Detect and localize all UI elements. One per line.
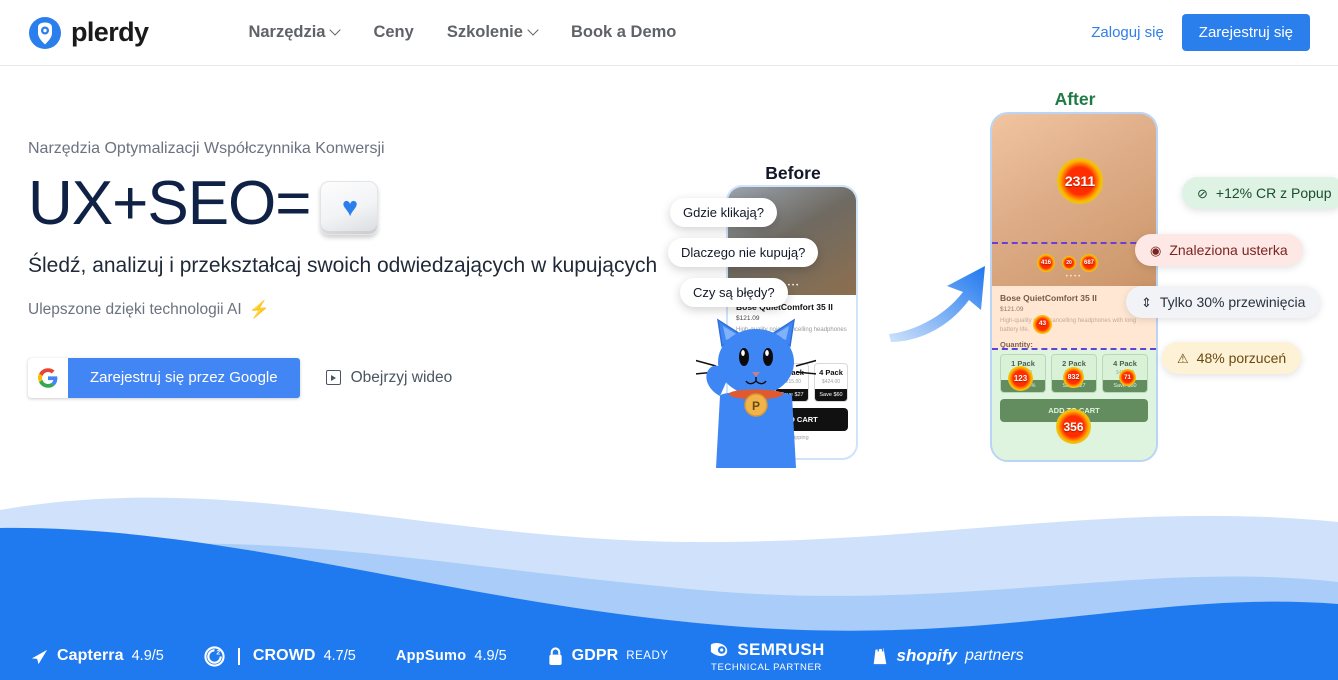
pack-option[interactable]: 4 Pack $424.00 Save $60 xyxy=(814,363,848,403)
warning-triangle-icon: ⚠ xyxy=(1177,350,1189,366)
heat-blob-hero: 2311 xyxy=(1057,158,1103,204)
product-description: High-quality noise cancelling headphones… xyxy=(1000,318,1137,333)
heat-blob-pack1: 123 xyxy=(1008,366,1033,391)
g2-icon: 2 xyxy=(204,645,225,667)
heat-blob-cart: 356 xyxy=(1056,409,1091,444)
status-badge-bug-found: ◉ Znaleziona usterka xyxy=(1135,234,1303,266)
partner-g2crowd: 2 CROWD 4.7/5 xyxy=(204,645,356,667)
check-circle-icon: ⊘ xyxy=(1197,185,1208,201)
question-tooltip-1: Gdzie klikają? xyxy=(670,198,777,227)
plerdy-cat-mascot-icon: P xyxy=(696,318,816,468)
lock-icon xyxy=(549,646,562,665)
svg-text:2: 2 xyxy=(216,649,220,656)
product-price: $121.09 xyxy=(1000,306,1024,313)
partner-shopify: shopify partners xyxy=(871,646,1024,666)
partner-score: 4.9/5 xyxy=(474,648,507,664)
heat-blob-mini-right: 687 xyxy=(1080,254,1098,272)
badge-label: Znaleziona usterka xyxy=(1169,242,1288,258)
partner-appsumo: AppSumo 4.9/5 xyxy=(396,648,507,664)
partner-name: Capterra xyxy=(57,647,124,664)
scroll-fold-line-1 xyxy=(992,242,1156,244)
divider xyxy=(237,647,240,665)
capterra-arrow-icon xyxy=(31,649,48,664)
partner-name: AppSumo xyxy=(395,648,467,664)
partner-score: 4.9/5 xyxy=(131,648,164,664)
badge-label: Tylko 30% przewinięcia xyxy=(1159,294,1306,310)
pack-price: $424.00 xyxy=(821,379,841,386)
status-badge-scroll-depth: ⇕ Tylko 30% przewinięcia xyxy=(1126,286,1321,318)
semrush-icon xyxy=(711,642,728,656)
curved-arrow-icon xyxy=(889,266,985,342)
heat-blob-pack2: 832 xyxy=(1063,367,1084,388)
partner-name: GDPR xyxy=(571,647,619,664)
partner-subtitle: partners xyxy=(964,647,1024,664)
partner-name: shopify xyxy=(896,646,957,665)
partner-capterra: Capterra 4.9/5 xyxy=(30,647,164,666)
badge-label: 48% porzuceń xyxy=(1196,350,1287,366)
question-tooltip-2: Dlaczego nie kupują? xyxy=(668,238,819,267)
after-label: After xyxy=(1054,89,1096,109)
badge-label: +12% CR z Popup xyxy=(1215,185,1332,201)
pack-name: 4 Pack xyxy=(1113,359,1137,369)
partner-gdpr: GDPR READY xyxy=(547,646,669,667)
scroll-fold-line-2 xyxy=(992,348,1156,350)
scroll-depth-icon: ⇕ xyxy=(1141,294,1152,310)
carousel-dots: •••• xyxy=(1065,274,1083,280)
svg-text:P: P xyxy=(752,399,760,413)
partner-subtitle: TECHNICAL PARTNER xyxy=(711,661,822,673)
partner-logo-bar: Capterra 4.9/5 2 CROWD 4.7/5 AppSumo 4.9… xyxy=(0,632,1338,680)
heat-blob-pack4: 71 xyxy=(1119,369,1136,386)
before-label: Before xyxy=(765,163,821,183)
status-badge-abandonment: ⚠ 48% porzuceń xyxy=(1162,342,1302,374)
heat-blob-mini-left: 416 xyxy=(1037,254,1055,272)
shopify-bag-icon xyxy=(873,647,886,665)
partner-name: SEMRUSH xyxy=(737,639,825,659)
partner-score: READY xyxy=(626,650,669,662)
status-badge-cr-popup: ⊘ +12% CR z Popup xyxy=(1182,177,1338,209)
heat-blob-description: 43 xyxy=(1033,315,1052,334)
partner-name: CROWD xyxy=(252,647,316,664)
heat-blob-mini-center: 20 xyxy=(1062,256,1076,270)
partner-score: 4.7/5 xyxy=(323,648,356,664)
pack-save: Save $60 xyxy=(815,389,847,402)
pack-name: 4 Pack xyxy=(819,368,843,378)
landing-page: plerdy Narzędzia Ceny Szkolenie Book a D… xyxy=(0,0,1338,680)
partner-semrush: SEMRUSH TECHNICAL PARTNER xyxy=(708,640,824,673)
bug-alert-icon: ◉ xyxy=(1150,242,1162,258)
before-after-stage: Before After •••• Bose QuietComfort 35 I… xyxy=(0,0,1338,500)
